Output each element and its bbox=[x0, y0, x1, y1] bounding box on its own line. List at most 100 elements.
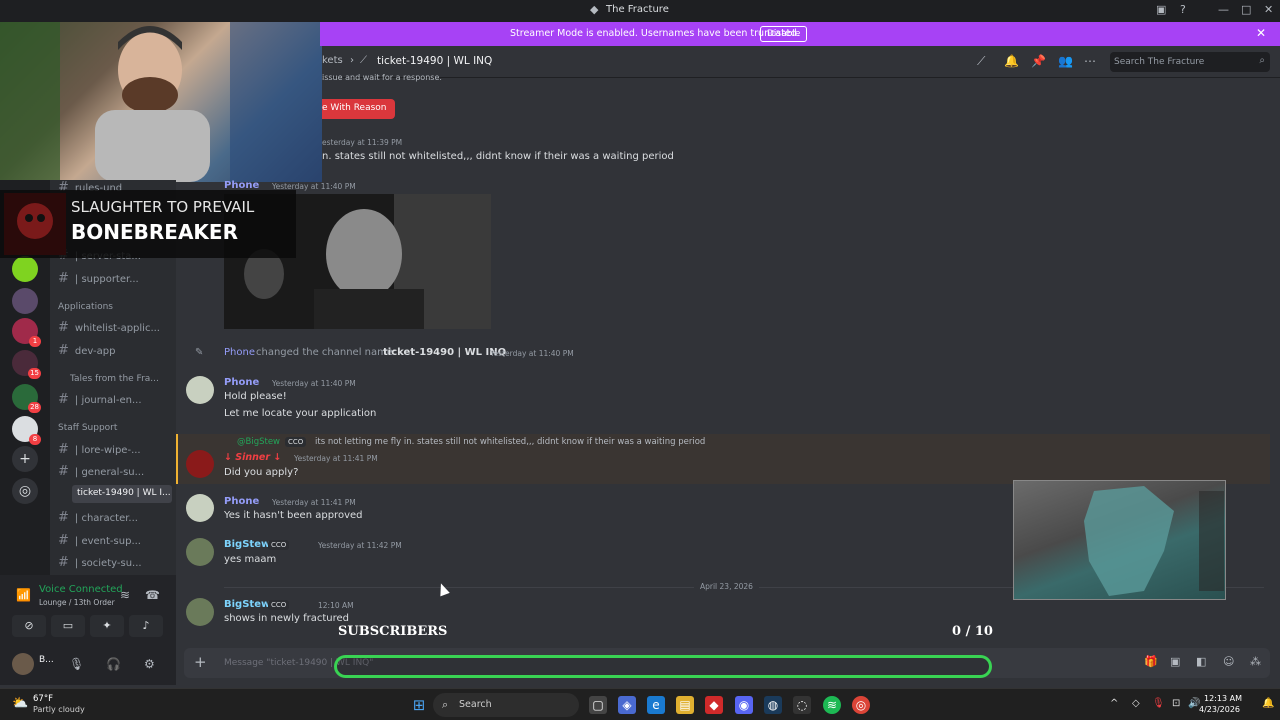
message-username[interactable]: BigStew bbox=[224, 539, 270, 550]
obs-icon[interactable]: ◌ bbox=[793, 696, 811, 714]
discover-icon[interactable]: ◎ bbox=[12, 478, 38, 504]
message-username[interactable]: ↓ Sinner ↓ bbox=[224, 452, 281, 463]
clock-date[interactable]: 4/23/2026 bbox=[1199, 705, 1240, 714]
windows-start-icon[interactable]: ⊞ bbox=[410, 696, 428, 714]
inbox-icon[interactable]: ▣ bbox=[1156, 3, 1166, 16]
discord-taskbar-icon[interactable]: ◉ bbox=[735, 696, 753, 714]
taskbar: ⛅ 67°F Partly cloudy ⊞ ⌕ Search ▢ ◈ e ▤ … bbox=[0, 688, 1280, 720]
system-message-text: changed the channel name: bbox=[256, 347, 397, 358]
weather-icon[interactable]: ⛅ bbox=[12, 696, 28, 711]
gif-icon[interactable]: ▣ bbox=[1170, 655, 1180, 668]
copilot-icon[interactable]: ◈ bbox=[618, 696, 636, 714]
members-icon[interactable]: 👥 bbox=[1058, 54, 1073, 68]
help-icon[interactable]: ? bbox=[1180, 3, 1186, 16]
reply-username[interactable]: @BigStew bbox=[237, 437, 280, 447]
active-thread[interactable]: ticket-19490 | WL I... bbox=[72, 485, 172, 503]
breadcrumb[interactable]: kets bbox=[322, 55, 343, 66]
channel-item[interactable]: # | journal-en... bbox=[58, 392, 142, 410]
hash-icon: # bbox=[58, 464, 69, 479]
system-channel-name: ticket-19490 | WL INQ bbox=[383, 347, 507, 358]
microphone-icon[interactable]: 🎙 bbox=[69, 657, 84, 671]
channel-label: | event-sup... bbox=[74, 536, 141, 547]
message-username[interactable]: Phone bbox=[224, 377, 259, 388]
add-attachment-icon[interactable]: + bbox=[194, 653, 207, 671]
notification-bell-icon[interactable]: 🔔 bbox=[1004, 54, 1019, 68]
tray-overflow-icon[interactable]: ^ bbox=[1110, 698, 1118, 709]
channel-item[interactable]: # | lore-wipe-... bbox=[58, 442, 141, 460]
server-icon[interactable]: 15 bbox=[12, 350, 41, 379]
avatar[interactable] bbox=[186, 376, 214, 404]
close-banner-icon[interactable]: ✕ bbox=[1256, 26, 1266, 40]
more-options-icon[interactable]: ⋯ bbox=[1084, 54, 1096, 68]
username-label[interactable]: B... bbox=[39, 655, 54, 665]
close-with-reason-button[interactable]: e With Reason bbox=[322, 99, 395, 119]
noise-suppression-icon[interactable]: ≋ bbox=[120, 588, 130, 602]
message-username[interactable]: Phone bbox=[224, 496, 259, 507]
server-icon[interactable] bbox=[12, 256, 38, 282]
channel-item[interactable]: # dev-app bbox=[58, 343, 116, 361]
server-icon[interactable] bbox=[12, 288, 38, 314]
soundboard-button[interactable]: ♪ bbox=[129, 615, 163, 637]
channel-item[interactable]: # | society-su... bbox=[58, 555, 142, 573]
disconnect-icon[interactable]: ☎ bbox=[145, 588, 160, 602]
emoji-icon[interactable]: ☺ bbox=[1223, 655, 1234, 668]
voice-channel-name[interactable]: Lounge / 13th Order bbox=[39, 598, 115, 607]
server-icon[interactable]: 28 bbox=[12, 384, 41, 413]
network-icon[interactable]: ⊡ bbox=[1172, 698, 1180, 709]
chrome-icon[interactable]: ◎ bbox=[852, 696, 870, 714]
activities-button[interactable]: ✦ bbox=[90, 615, 124, 637]
category-tales[interactable]: Tales from the Fra... bbox=[70, 374, 159, 384]
hash-icon: # bbox=[58, 442, 69, 457]
apps-icon[interactable]: ⁂ bbox=[1250, 655, 1261, 668]
add-server-icon[interactable]: + bbox=[12, 446, 38, 472]
microphone-tray-icon[interactable]: 🎙 bbox=[1152, 698, 1165, 709]
clock-time[interactable]: 12:13 AM bbox=[1204, 694, 1242, 703]
headphones-icon[interactable]: 🎧 bbox=[106, 657, 121, 671]
system-username[interactable]: Phone bbox=[224, 347, 255, 358]
channel-item[interactable]: # | event-sup... bbox=[58, 533, 141, 551]
minimize-icon[interactable]: — bbox=[1218, 3, 1229, 16]
channel-item[interactable]: # | supporter... bbox=[58, 271, 139, 289]
steam-icon[interactable]: ◍ bbox=[764, 696, 782, 714]
task-view-icon[interactable]: ▢ bbox=[589, 696, 607, 714]
close-window-icon[interactable]: ✕ bbox=[1264, 3, 1273, 16]
avatar[interactable] bbox=[186, 450, 214, 478]
server-icon[interactable]: 1 bbox=[12, 318, 41, 347]
tray-app-icon[interactable]: ◇ bbox=[1132, 698, 1140, 709]
screen-share-button[interactable]: ▭ bbox=[51, 615, 85, 637]
category-staff-support[interactable]: Staff Support bbox=[58, 423, 117, 433]
edge-icon[interactable]: e bbox=[647, 696, 665, 714]
role-tag: CCO bbox=[268, 600, 290, 610]
search-input[interactable] bbox=[1114, 54, 1244, 70]
avatar[interactable] bbox=[12, 653, 34, 675]
settings-gear-icon[interactable]: ⚙ bbox=[144, 657, 155, 671]
weather-temperature[interactable]: 67°F bbox=[33, 694, 53, 704]
sticker-icon[interactable]: ◧ bbox=[1196, 655, 1206, 668]
category-applications[interactable]: Applications bbox=[58, 302, 113, 312]
maximize-icon[interactable]: □ bbox=[1241, 3, 1251, 16]
disable-streamer-mode-button[interactable]: Disable bbox=[760, 26, 808, 42]
pin-icon[interactable]: 📌 bbox=[1031, 54, 1046, 68]
message-text: Let me locate your application bbox=[224, 408, 377, 419]
server-icon[interactable]: 8 bbox=[12, 416, 41, 445]
message-username[interactable]: BigStew bbox=[224, 599, 270, 610]
file-explorer-icon[interactable]: ▤ bbox=[676, 696, 694, 714]
voice-signal-icon[interactable]: 📶 bbox=[16, 588, 31, 602]
gift-icon[interactable]: 🎁 bbox=[1144, 655, 1158, 668]
avatar[interactable] bbox=[186, 598, 214, 626]
channel-item[interactable]: # whitelist-applic... bbox=[58, 320, 160, 338]
notifications-icon[interactable]: 🔔 bbox=[1262, 698, 1274, 709]
message-text: Hold please! bbox=[224, 391, 287, 402]
spotify-icon[interactable]: ≋ bbox=[823, 696, 841, 714]
reply-text: its not letting me fly in. states still … bbox=[315, 437, 706, 447]
search-box[interactable]: ⌕ bbox=[1110, 52, 1270, 72]
channel-item[interactable]: # | general-su... bbox=[58, 464, 144, 482]
game-minimap-overlay bbox=[1013, 480, 1226, 600]
camera-off-button[interactable]: ⊘ bbox=[12, 615, 46, 637]
threads-icon[interactable]: ⟋ bbox=[977, 54, 985, 69]
avatar[interactable] bbox=[186, 538, 214, 566]
avatar[interactable] bbox=[186, 494, 214, 522]
taskbar-search[interactable]: ⌕ Search bbox=[433, 693, 579, 717]
app-icon[interactable]: ◆ bbox=[705, 696, 723, 714]
channel-item[interactable]: # | character... bbox=[58, 510, 138, 528]
